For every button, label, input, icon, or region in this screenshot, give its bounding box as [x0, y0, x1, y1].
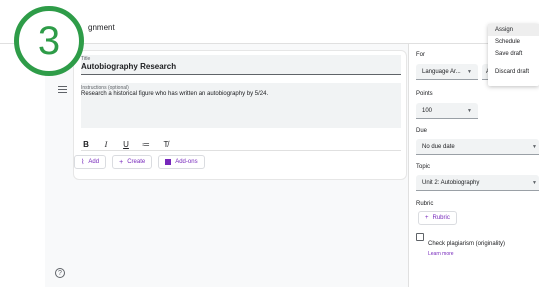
menu-item-save-draft[interactable]: Save draft	[488, 48, 539, 60]
due-select[interactable]: No due date ▼	[416, 139, 539, 155]
points-select[interactable]: 100 ▼	[416, 103, 478, 119]
chevron-down-icon: ▼	[532, 144, 537, 150]
class-value: Language Ar...	[422, 68, 461, 75]
plus-icon: +	[425, 215, 429, 221]
clear-formatting-button[interactable]: T̸	[161, 140, 171, 149]
underline-button[interactable]: U	[121, 140, 131, 149]
due-label: Due	[416, 128, 428, 134]
create-button[interactable]: + Create	[112, 155, 153, 169]
rubric-label: Rubric	[416, 201, 434, 207]
add-button[interactable]: ⌇ Add	[74, 155, 107, 169]
for-label: For	[416, 52, 425, 58]
plagiarism-label: Check plagiarism (originality)	[428, 241, 506, 247]
rubric-button-label: Rubric	[432, 215, 450, 221]
chevron-down-icon: ▼	[467, 69, 472, 75]
addons-icon	[165, 159, 171, 165]
attachment-row: ⌇ Add + Create Add-ons	[74, 155, 205, 169]
menu-item-schedule[interactable]: Schedule	[488, 36, 539, 48]
points-label: Points	[416, 91, 433, 97]
title-value[interactable]: Autobiography Research	[81, 62, 176, 71]
plus-icon: +	[119, 158, 124, 166]
bold-button[interactable]: B	[81, 140, 91, 149]
due-value: No due date	[422, 143, 455, 150]
menu-item-assign[interactable]: Assign	[488, 24, 539, 36]
step-number: 3	[37, 19, 61, 63]
topic-select[interactable]: Unit 2: Autobiography ▼	[416, 175, 539, 191]
paperclip-icon: ⌇	[81, 158, 85, 166]
plagiarism-row: Check plagiarism (originality) Learn mor…	[416, 232, 505, 257]
instructions-value[interactable]: Research a historical figure who has wri…	[81, 91, 268, 97]
bulleted-list-button[interactable]: ≔	[141, 140, 151, 149]
instructions-field[interactable]	[81, 83, 401, 128]
notes-icon	[58, 86, 67, 93]
addons-label: Add-ons	[175, 159, 198, 165]
sidebar-divider	[408, 44, 409, 287]
step-number-badge: 3	[14, 6, 84, 76]
class-select[interactable]: Language Ar... ▼	[416, 64, 478, 80]
learn-more-link[interactable]: Learn more	[428, 251, 505, 257]
menu-item-discard-draft[interactable]: Discard draft	[488, 66, 539, 78]
toolbar-divider	[81, 150, 401, 151]
chevron-down-icon: ▼	[532, 180, 537, 186]
topic-value: Unit 2: Autobiography	[422, 179, 480, 186]
create-label: Create	[127, 159, 146, 165]
topic-label: Topic	[416, 164, 431, 170]
addons-button[interactable]: Add-ons	[158, 155, 205, 169]
plagiarism-checkbox[interactable]	[416, 233, 424, 241]
add-rubric-button[interactable]: + Rubric	[418, 211, 457, 225]
format-toolbar: B I U ≔ T̸	[81, 139, 171, 149]
points-value: 100	[422, 107, 433, 114]
assign-menu: Assign Schedule Save draft Discard draft	[488, 24, 539, 86]
help-icon[interactable]: ?	[55, 268, 65, 278]
add-label: Add	[88, 159, 100, 165]
chevron-down-icon: ▼	[467, 108, 472, 114]
page-title: gnment	[88, 23, 115, 32]
italic-button[interactable]: I	[101, 140, 111, 149]
